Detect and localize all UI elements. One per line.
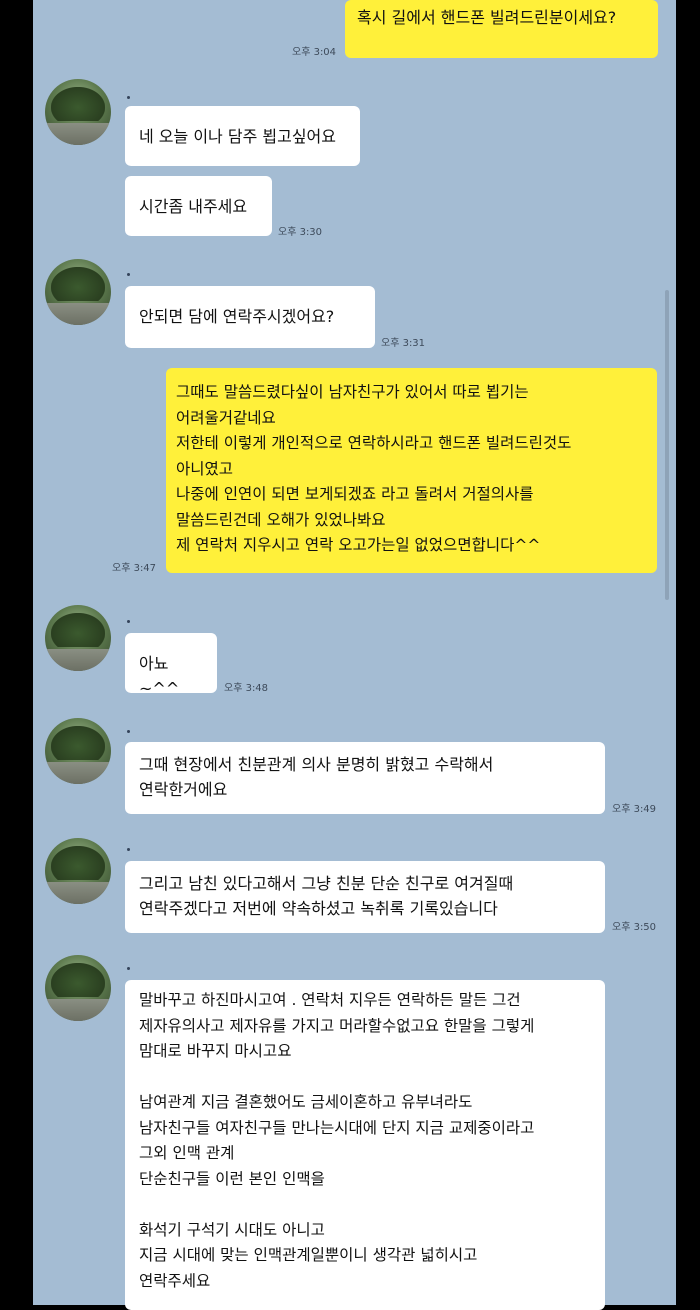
incoming-message-bubble[interactable]: 그리고 남친 있다고해서 그냥 친분 단순 친구로 여겨질때 연락주겠다고 저번… — [125, 861, 605, 933]
outgoing-message-bubble[interactable]: 혹시 길에서 핸드폰 빌려드린분이세요? — [345, 0, 658, 58]
contact-avatar[interactable] — [45, 605, 111, 671]
contact-avatar[interactable] — [45, 955, 111, 1021]
message-timestamp: 오후 3:31 — [381, 338, 426, 349]
contact-avatar[interactable] — [45, 79, 111, 145]
incoming-message-bubble[interactable]: 말바꾸고 하진마시고여 . 연락처 지우든 연락하든 말든 그건 제자유의사고 … — [125, 980, 605, 1310]
incoming-message-bubble[interactable]: 안되면 담에 연락주시겠어요? — [125, 286, 375, 348]
contact-name — [127, 96, 130, 99]
chat-scrollbar[interactable] — [665, 290, 669, 600]
contact-avatar[interactable] — [45, 259, 111, 325]
contact-avatar[interactable] — [45, 838, 111, 904]
message-timestamp: 오후 3:48 — [224, 683, 269, 694]
message-timestamp: 오후 3:50 — [612, 922, 657, 933]
contact-name — [127, 620, 130, 623]
incoming-message-bubble[interactable]: 시간좀 내주세요 — [125, 176, 272, 236]
message-timestamp: 오후 3:04 — [292, 47, 337, 58]
message-timestamp: 오후 3:47 — [112, 563, 157, 574]
contact-name — [127, 848, 130, 851]
message-timestamp: 오후 3:30 — [278, 227, 323, 238]
incoming-message-bubble[interactable]: 네 오늘 이나 담주 뵙고싶어요 — [125, 106, 360, 166]
contact-name — [127, 730, 130, 733]
contact-avatar[interactable] — [45, 718, 111, 784]
message-timestamp: 오후 3:49 — [612, 804, 657, 815]
contact-name — [127, 273, 130, 276]
outgoing-message-bubble[interactable]: 그때도 말씀드렸다싶이 남자친구가 있어서 따로 뵙기는 어려울거같네요 저한테… — [166, 368, 657, 573]
incoming-message-bubble[interactable]: 아뇨 ~^^ — [125, 633, 217, 698]
incoming-message-bubble[interactable]: 그때 현장에서 친분관계 의사 분명히 밝혔고 수락해서 연락한거에요 — [125, 742, 605, 814]
contact-name — [127, 967, 130, 970]
